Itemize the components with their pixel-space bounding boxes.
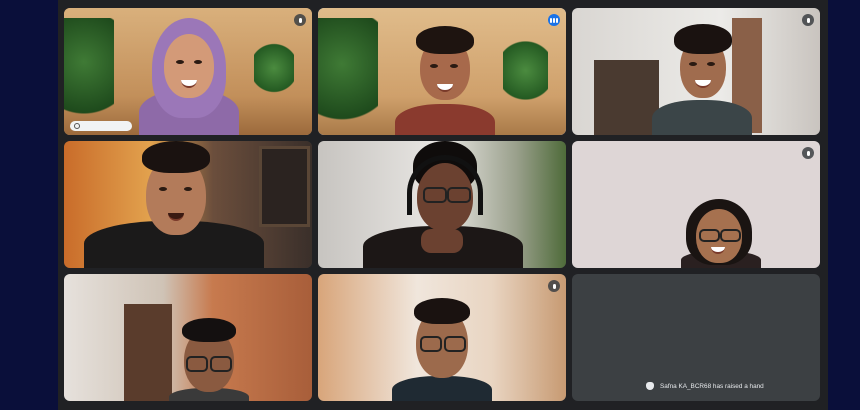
- participant-avatar: [395, 26, 495, 135]
- video-tile-participant-8[interactable]: [318, 274, 566, 401]
- mic-muted-icon: [802, 147, 814, 159]
- window: [259, 146, 310, 227]
- bookshelf: [594, 60, 659, 135]
- video-tile-participant-5[interactable]: [318, 141, 566, 268]
- video-tile-participant-1[interactable]: [64, 8, 312, 135]
- plant-decoration: [254, 38, 294, 98]
- video-tile-participant-6[interactable]: [572, 141, 820, 268]
- doorway: [124, 304, 172, 401]
- plant-decoration: [503, 33, 548, 108]
- presentation-indicator: [70, 121, 132, 131]
- participant-avatar: [134, 18, 244, 135]
- hand-raised-notification[interactable]: Safna KA_BCR68 has raised a hand: [640, 374, 818, 398]
- plant-decoration: [318, 18, 378, 133]
- plant-decoration: [64, 18, 114, 128]
- hand-raised-icon: [646, 382, 654, 390]
- video-tile-participant-3[interactable]: [572, 8, 820, 135]
- video-tile-participant-4[interactable]: [64, 141, 312, 268]
- mic-muted-icon: [294, 14, 306, 26]
- notification-text: Safna KA_BCR68 has raised a hand: [660, 382, 764, 390]
- mic-muted-icon: [548, 280, 560, 292]
- participant-avatar: [363, 141, 523, 268]
- mic-muted-icon: [802, 14, 814, 26]
- speaking-indicator-icon: [548, 14, 560, 26]
- hand: [421, 229, 463, 253]
- video-tile-participant-7[interactable]: [64, 274, 312, 401]
- participant-avatar: [392, 298, 492, 401]
- participant-avatar: [169, 318, 249, 401]
- participant-avatar: [676, 199, 766, 268]
- video-tile-participant-2[interactable]: [318, 8, 566, 135]
- meeting-grid: Safna KA_BCR68 has raised a hand: [58, 0, 828, 410]
- participant-avatar: [84, 141, 264, 268]
- participant-avatar: [652, 18, 752, 135]
